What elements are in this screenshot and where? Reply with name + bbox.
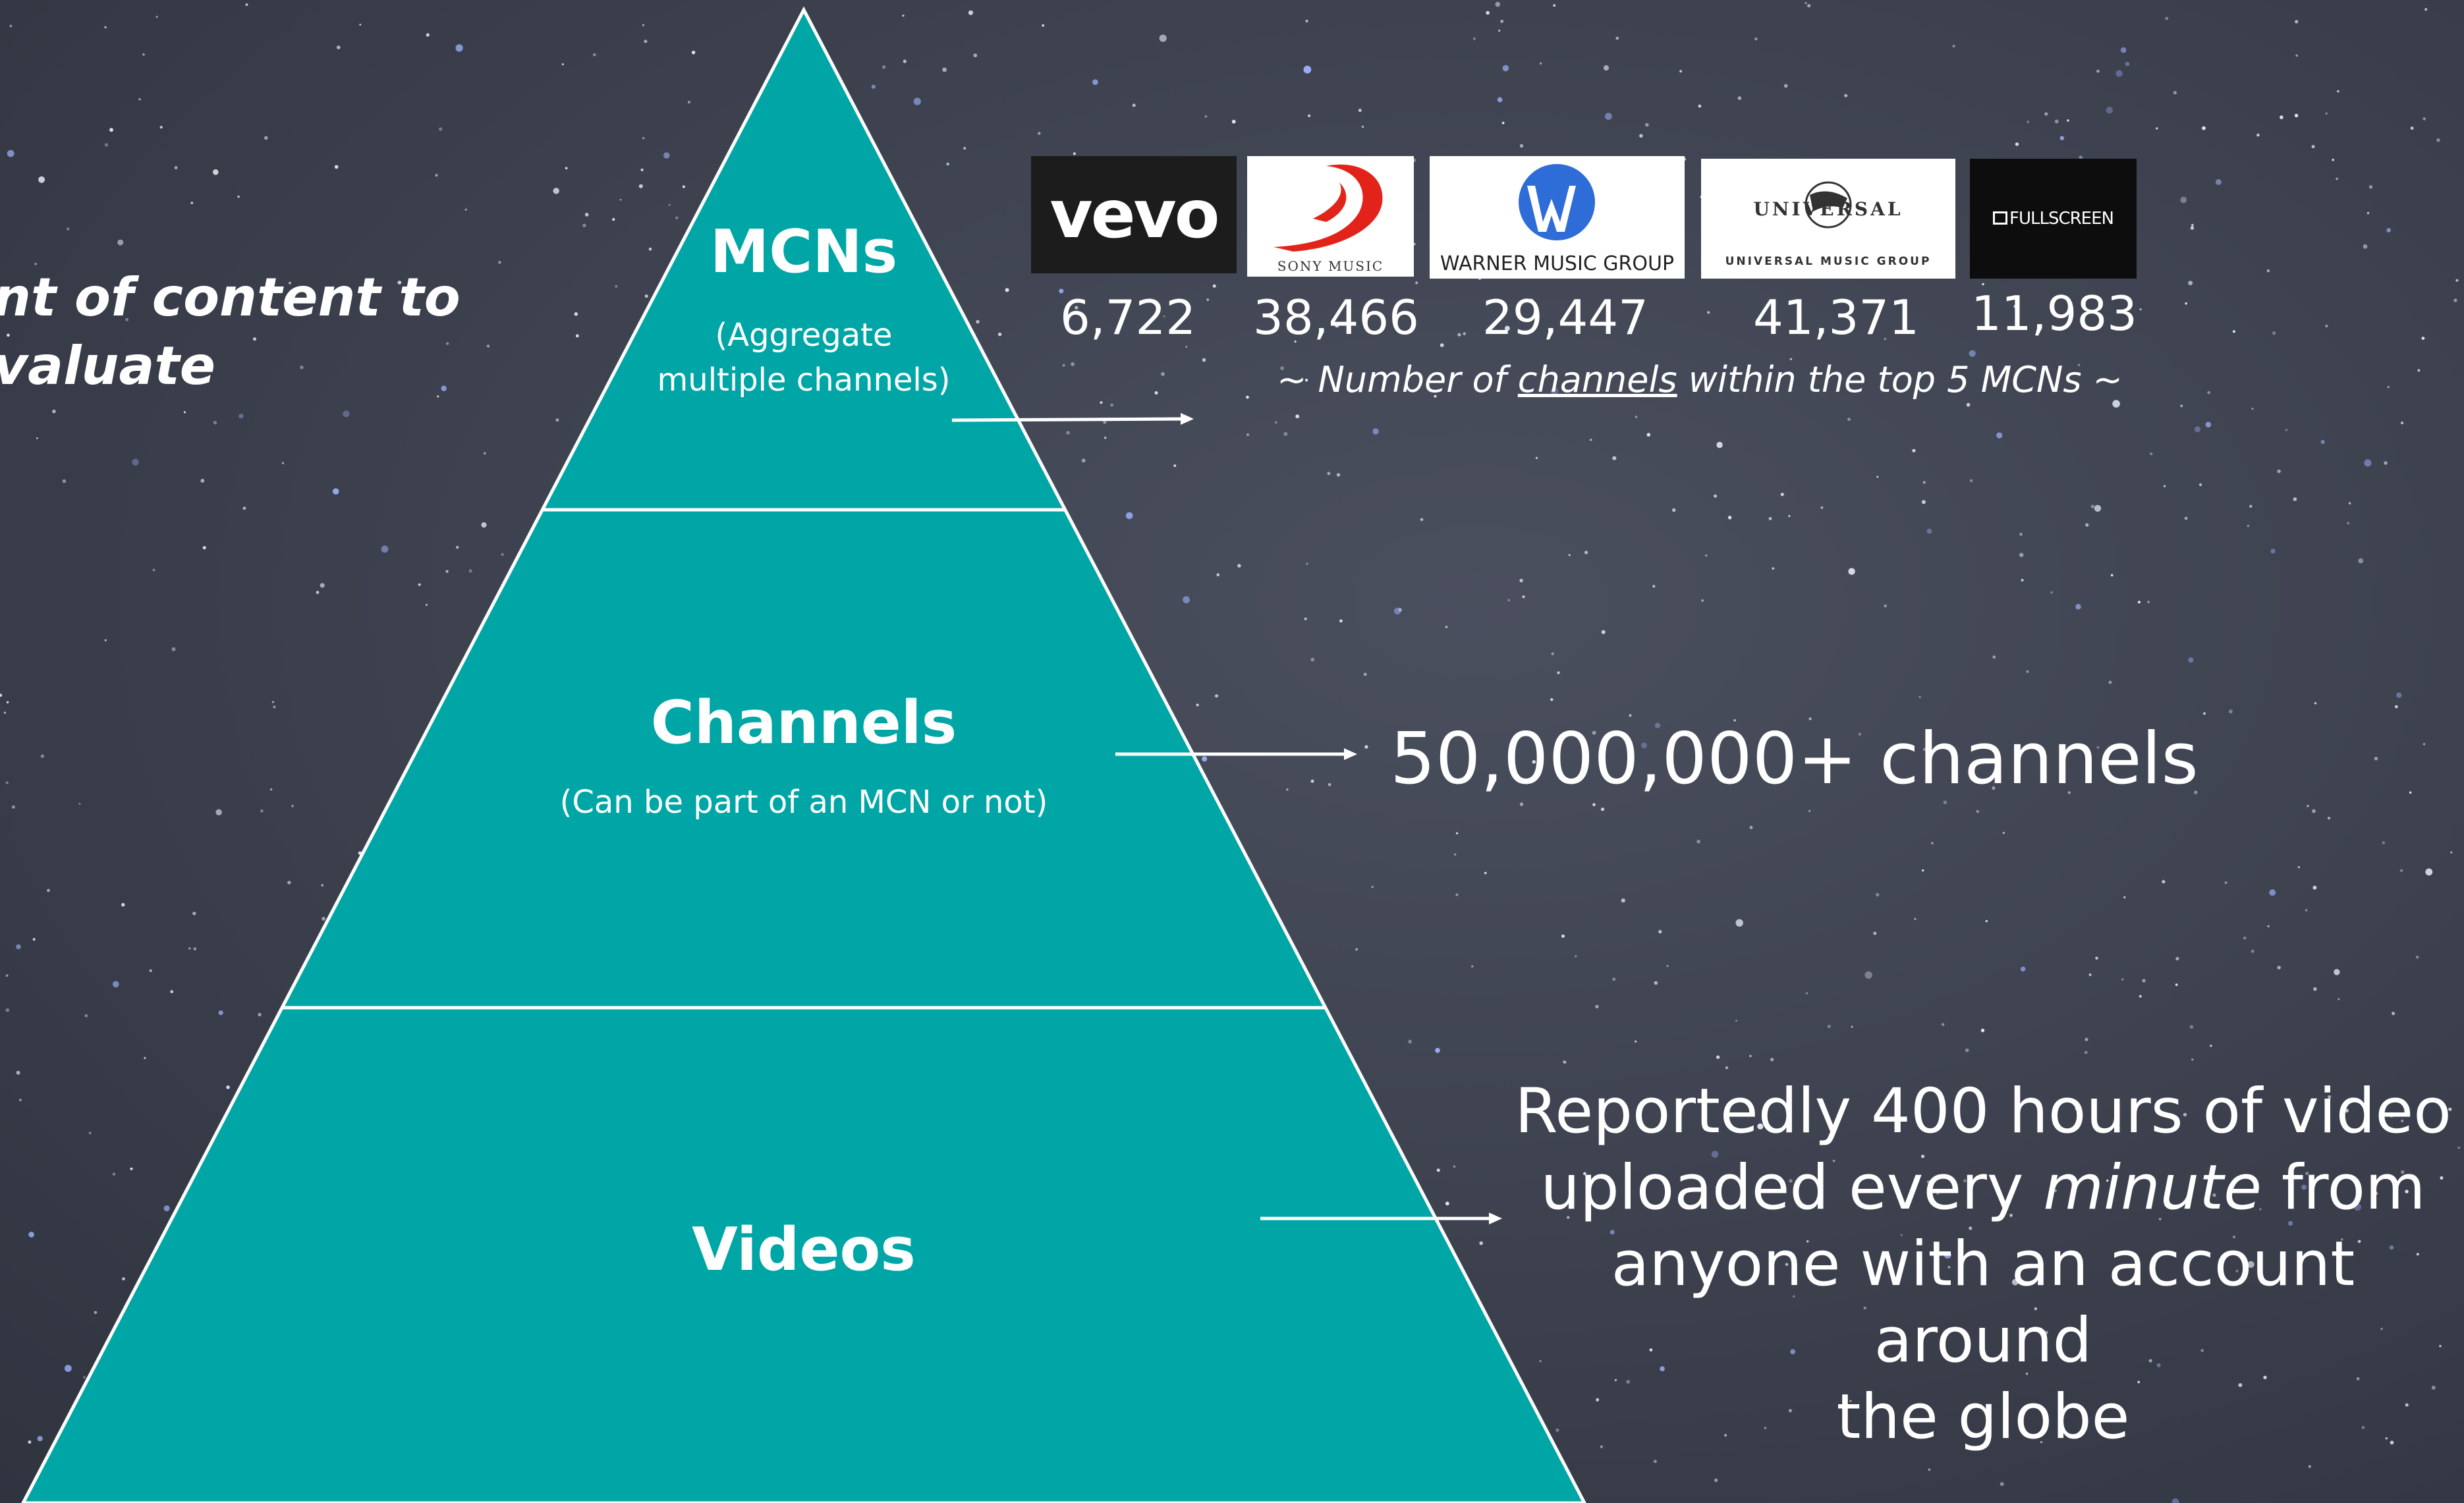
tier-title-channels: Channels [650,688,957,757]
universal-music-label: UNIVERSAL MUSIC GROUP [1725,255,1932,268]
videos-note-line-2: uploaded every minute from [1502,1150,2464,1226]
sony-channel-count: 38,466 [1253,290,1419,345]
sony-music-label: SONY MUSIC [1277,258,1384,274]
fullscreen-logo: FULLSCREEN [1970,159,2137,279]
fullscreen-label: FULLSCREEN [2009,209,2114,229]
tier-subtitle-mcns: (Aggregate multiple channels) [606,313,1001,402]
vevo-logo: vevo [1031,156,1237,273]
videos-note-line-1: Reportedly 400 hours of video [1515,1076,2451,1147]
mcn-caption-after: within the top 5 MCNs ~ [1677,359,2123,400]
tier-subtitle-channels: (Can be part of an MCN or not) [559,784,1048,821]
tier-subtitle-mcns-line-1: (Aggregate [715,317,893,354]
videos-note-line-3: anyone with an account around [1611,1228,2355,1377]
fullscreen-channel-count: 11,983 [1971,286,2137,341]
videos-note-line-2-italic: minute [2043,1152,2262,1224]
tier-title-mcns: MCNs [710,217,898,287]
universal-logo-text: UNIVERSAL [1753,198,1903,220]
vevo-channel-count: 6,722 [1059,290,1196,345]
universal-music-logo: UNIVERSAL UNIVERSAL MUSIC GROUP [1701,159,1955,279]
mcn-caption-underlined: channels [1517,359,1677,400]
tier-subtitle-mcns-line-2: multiple channels) [657,362,951,398]
videos-note-line-2-after: from [2261,1152,2426,1224]
left-text-line-1: nt of content to [0,267,461,328]
videos-note: Reportedly 400 hours of video uploaded e… [1502,1074,2464,1456]
left-text-line-2: valuate [0,335,215,396]
mcn-caption: ~ Number of channels within the top 5 MC… [1212,359,2187,400]
channels-count-label: 50,000,000+ channels [1390,718,2198,800]
universal-channel-count: 41,371 [1753,290,1919,345]
warner-music-label: WARNER MUSIC GROUP [1440,252,1675,275]
videos-note-line-2-before: uploaded every [1540,1152,2044,1224]
fullscreen-square-icon [1993,211,2007,225]
warner-channel-count: 29,447 [1482,290,1648,345]
mcn-caption-before: ~ Number of [1277,359,1518,400]
videos-note-line-4: the globe [1836,1381,2130,1453]
tier-title-videos: Videos [692,1215,916,1284]
vevo-logo-text: vevo [1050,176,1220,253]
warner-music-logo: WARNER MUSIC GROUP [1430,156,1685,279]
sony-music-logo: SONY MUSIC [1247,156,1414,277]
